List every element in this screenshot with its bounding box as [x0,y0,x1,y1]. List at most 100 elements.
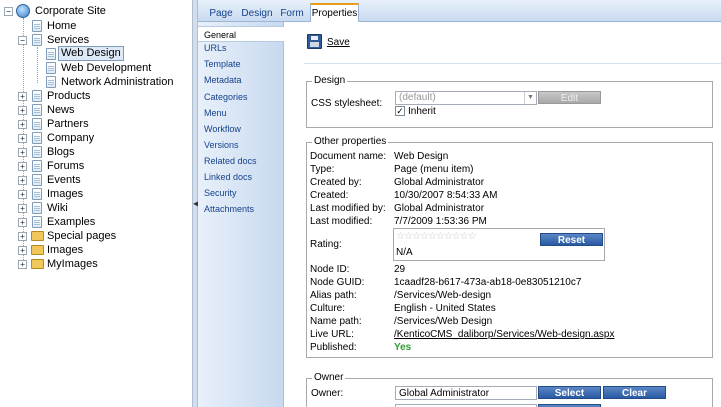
other-properties-section: Other properties Document name: Web Desi… [306,136,713,358]
collapse-icon[interactable]: − [18,36,27,45]
page-icon [32,90,42,102]
menu-template[interactable]: Template [198,56,283,72]
page-icon [32,20,42,32]
star-icon[interactable]: ☆ [460,231,469,242]
page-icon [32,146,42,158]
tree-node-label: Company [47,132,95,144]
inherit-checkbox[interactable]: ✓ [395,106,405,116]
star-icon[interactable]: ☆ [452,231,461,242]
content-tree: − Corporate Site Home − Services Web Des… [0,0,192,407]
rating-label: Rating: [310,239,342,250]
owner-input[interactable] [395,386,537,400]
created-label: Created: [310,190,349,201]
page-icon [32,34,42,46]
design-section: Design CSS stylesheet: (default) ▼ Edit … [306,75,713,128]
menu-workflow[interactable]: Workflow [198,121,283,137]
star-icon[interactable]: ☆ [396,231,405,242]
menu-urls[interactable]: URLs [198,40,283,56]
tree-node-label-selected: Web Design [58,46,124,61]
expand-icon[interactable]: + [18,176,27,185]
chevron-down-icon[interactable]: ▼ [524,92,536,104]
last-modified-value: 7/7/2009 1:53:36 PM [394,216,487,227]
properties-content: Save Design CSS stylesheet: (default) ▼ … [284,22,721,407]
folder-icon [31,259,44,269]
tree-node-label: Blogs [47,146,75,158]
star-icon[interactable]: ☆ [420,231,429,242]
properties-menu: General URLs Template Metadata Categorie… [198,22,284,407]
section-legend: Owner [312,372,346,384]
page-icon [46,76,56,88]
star-icon[interactable]: ☆ [404,231,413,242]
menu-security[interactable]: Security [198,185,283,201]
menu-menu[interactable]: Menu [198,105,283,121]
expand-icon[interactable]: + [18,260,27,269]
tab-design[interactable]: Design [239,6,275,22]
node-id-value: 29 [394,264,406,275]
save-button[interactable]: Save [327,37,350,48]
last-modified-label: Last modified: [310,216,373,227]
expand-icon[interactable]: + [18,134,27,143]
page-icon [32,174,42,186]
tab-properties[interactable]: Properties [310,3,359,22]
published-label: Published: [310,342,357,353]
node-guid-value: 1caadf28-b617-473a-ab18-0e83051210c7 [394,277,582,288]
page-icon [32,202,42,214]
expand-icon[interactable]: + [18,120,27,129]
clear-owner-button[interactable]: Clear [603,386,666,399]
page-icon [46,48,56,60]
menu-versions[interactable]: Versions [198,137,283,153]
type-value: Page (menu item) [394,164,474,175]
globe-icon [16,4,30,18]
select-owner-button[interactable]: Select [538,386,601,399]
expand-icon[interactable]: + [18,246,27,255]
rating-stars[interactable]: ☆☆☆☆☆☆☆☆☆☆ [396,231,477,242]
star-icon[interactable]: ☆ [436,231,445,242]
tree-connector [37,47,38,83]
star-icon[interactable]: ☆ [468,231,477,242]
edit-stylesheet-button[interactable]: Edit [538,91,601,104]
expand-icon[interactable]: + [18,148,27,157]
culture-value: English - United States [394,303,496,314]
tree-node-label: Services [47,34,90,46]
type-label: Type: [310,164,335,175]
created-value: 10/30/2007 8:54:33 AM [394,190,498,201]
menu-categories[interactable]: Categories [198,89,283,105]
culture-label: Culture: [310,303,346,314]
save-icon[interactable] [307,34,322,49]
expand-icon[interactable]: + [18,232,27,241]
tree-node-label: Products [47,90,91,102]
tab-page[interactable]: Page [206,6,236,22]
star-icon[interactable]: ☆ [412,231,421,242]
star-icon[interactable]: ☆ [428,231,437,242]
tree-node-label: Events [47,174,81,186]
page-icon [32,160,42,172]
section-legend: Design [312,75,348,87]
collapse-icon[interactable]: − [4,7,13,16]
expand-icon[interactable]: + [18,218,27,227]
toolbar: Save [284,22,721,59]
menu-linked-docs[interactable]: Linked docs [198,169,283,185]
name-path-label: Name path: [310,316,362,327]
expand-icon[interactable]: + [18,92,27,101]
alias-path-label: Alias path: [310,290,357,301]
menu-related-docs[interactable]: Related docs [198,153,283,169]
alias-path-value: /Services/Web-design [394,290,492,301]
page-icon [32,132,42,144]
menu-metadata[interactable]: Metadata [198,72,283,88]
tree-node-label: Home [47,20,77,32]
css-stylesheet-select[interactable]: (default) ▼ [395,91,537,105]
expand-icon[interactable]: + [18,106,27,115]
published-value: Yes [394,342,412,353]
live-url-link[interactable]: /KenticoCMS_daliborp/Services/Web-design… [394,329,614,341]
page-icon [32,216,42,228]
menu-attachments[interactable]: Attachments [198,201,283,217]
expand-icon[interactable]: + [18,204,27,213]
expand-icon[interactable]: + [18,190,27,199]
star-icon[interactable]: ☆ [444,231,453,242]
tab-form[interactable]: Form [278,6,306,22]
tree-node-label: Partners [47,118,89,130]
tree-node-label: Forums [47,160,85,172]
tree-node-label: MyImages [47,258,98,270]
expand-icon[interactable]: + [18,162,27,171]
reset-rating-button[interactable]: Reset [540,233,603,246]
